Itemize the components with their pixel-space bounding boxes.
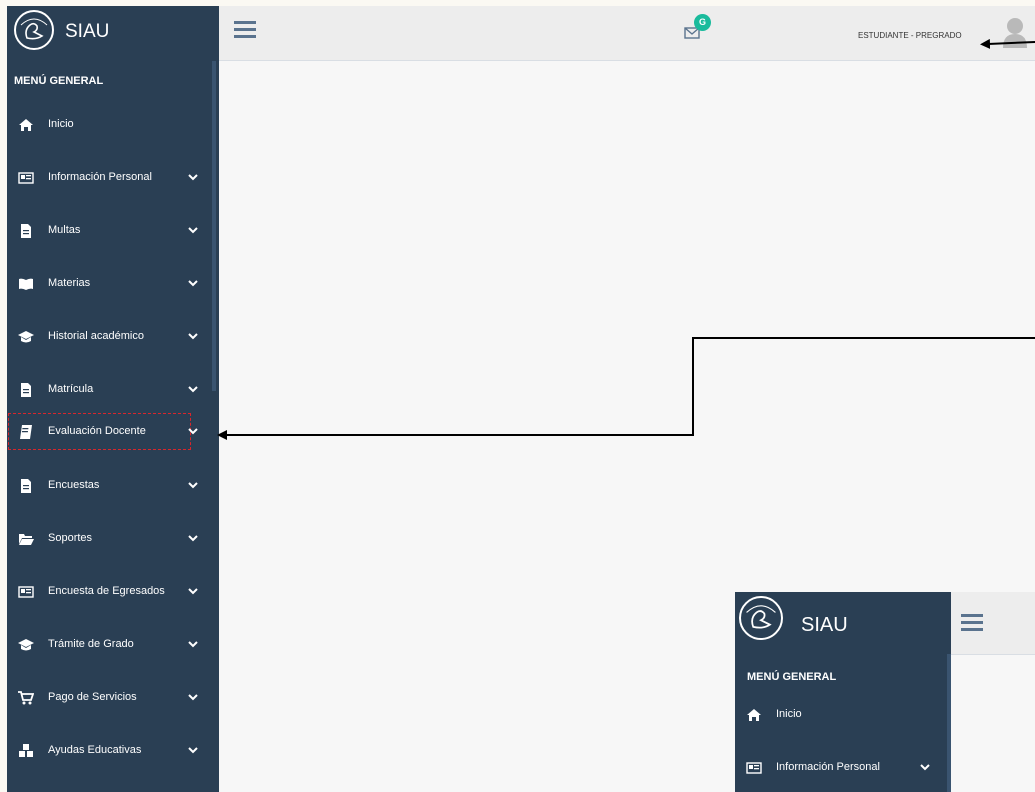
id-card-icon <box>746 762 762 774</box>
inset-menu-heading: MENÚ GENERAL <box>747 671 837 683</box>
inset-screenshot: SIAU MENÚ GENERAL Inicio Información Per… <box>735 592 1035 792</box>
chevron-down-icon <box>920 764 930 771</box>
inset-app-name: SIAU <box>801 614 848 636</box>
sidebar-item-label: Inicio <box>776 708 802 720</box>
inset-sidebar-item-inicio[interactable]: Inicio <box>735 695 947 735</box>
home-icon <box>747 709 761 721</box>
inset-sidebar-item-informacion-personal[interactable]: Información Personal <box>735 748 947 788</box>
inset-sidebar: SIAU MENÚ GENERAL Inicio Información Per… <box>735 592 951 792</box>
sidebar-item-label: Información Personal <box>776 761 880 773</box>
inset-top-navbar <box>951 592 1035 655</box>
university-logo-icon <box>739 596 783 640</box>
menu-toggle-icon[interactable] <box>961 614 983 634</box>
inset-brand[interactable]: SIAU <box>735 592 951 654</box>
inset-sidebar-scrollbar[interactable] <box>947 654 951 792</box>
